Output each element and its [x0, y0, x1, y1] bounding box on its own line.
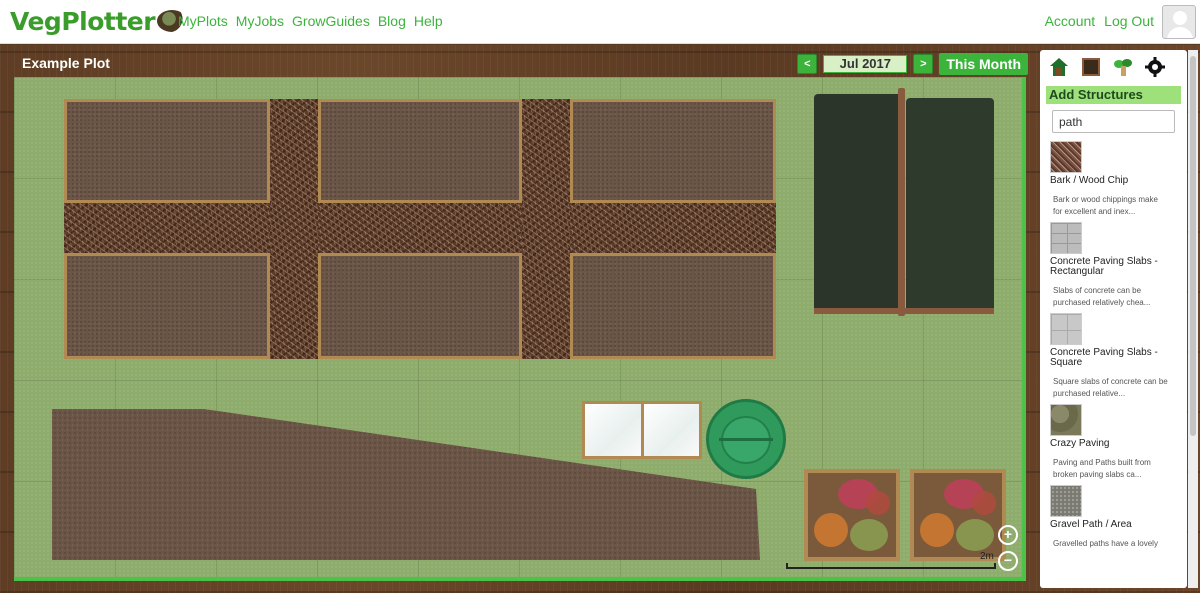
cold-frame-pane — [643, 404, 699, 456]
panel-toolbar — [1040, 50, 1187, 84]
structure-item-title: Concrete Paving Slabs - Square — [1050, 347, 1158, 368]
gravel-thumbnail — [1050, 485, 1082, 517]
panel-heading: Add Structures — [1046, 86, 1181, 104]
panel-scrollbar-thumb[interactable] — [1190, 56, 1196, 436]
planted-bed[interactable] — [804, 469, 900, 561]
house-icon[interactable] — [1048, 56, 1070, 78]
structure-search-input[interactable] — [1052, 110, 1175, 133]
structure-item-desc: Slabs of concrete can be purchased relat… — [1053, 286, 1151, 307]
cold-frame-pane — [585, 404, 641, 456]
scale-bar — [786, 563, 996, 569]
zoom-out-icon[interactable]: − — [998, 551, 1018, 571]
avatar[interactable] — [1162, 5, 1196, 39]
structure-item-desc: Paving and Paths built from broken pavin… — [1053, 458, 1151, 479]
account-nav: Account Log Out — [1036, 13, 1154, 29]
gear-icon[interactable] — [1144, 56, 1166, 78]
account-link[interactable]: Account — [1045, 13, 1096, 29]
main-nav: MyPlots MyJobs GrowGuides Blog Help — [178, 13, 451, 29]
structure-item[interactable]: Concrete Paving Slabs - Rectangular Slab… — [1050, 222, 1183, 309]
polytunnel-sheet-right — [906, 98, 994, 313]
top-navbar: VegPlotter MyPlots MyJobs GrowGuides Blo… — [0, 0, 1200, 44]
structure-item[interactable]: Concrete Paving Slabs - Square Square sl… — [1050, 313, 1183, 400]
structure-item-title: Gravel Path / Area — [1050, 519, 1132, 530]
prev-month-button[interactable]: < — [797, 54, 818, 74]
current-month-display[interactable]: Jul 2017 — [823, 55, 908, 73]
plant-blob — [972, 491, 996, 515]
plant-blob — [866, 491, 890, 515]
structure-item-desc: Gravelled paths have a lovely — [1053, 539, 1158, 548]
nav-myplots[interactable]: MyPlots — [178, 13, 228, 29]
structure-item-title: Concrete Paving Slabs - Rectangular — [1050, 256, 1158, 277]
nav-growguides[interactable]: GrowGuides — [292, 13, 370, 29]
structure-item-title: Crazy Paving — [1050, 438, 1110, 449]
polytunnel[interactable] — [814, 88, 994, 320]
panel-scrollbar[interactable] — [1188, 50, 1198, 588]
scale-label: 2m — [980, 551, 994, 562]
logo-text: VegPlotter — [10, 6, 156, 36]
this-month-button[interactable]: This Month — [939, 53, 1028, 75]
plant-blob — [920, 513, 954, 547]
structure-list: Bark / Wood Chip Bark or wood chippings … — [1040, 133, 1187, 550]
structure-item[interactable]: Bark / Wood Chip Bark or wood chippings … — [1050, 141, 1183, 218]
plot-canvas[interactable]: + − 2m — [14, 77, 1026, 581]
planted-bed[interactable] — [910, 469, 1006, 561]
structures-panel: Add Structures Bark / Wood Chip Bark or … — [1040, 50, 1187, 588]
compost-handle — [719, 438, 773, 441]
polytunnel-edge — [814, 308, 994, 314]
avatar-body-icon — [1167, 27, 1193, 38]
bark-thumbnail — [1050, 141, 1082, 173]
structure-item-desc: Square slabs of concrete can be purchase… — [1053, 377, 1168, 398]
bed-icon[interactable] — [1080, 56, 1102, 78]
plant-blob — [956, 519, 994, 551]
paving-square-thumbnail — [1050, 313, 1082, 345]
logout-link[interactable]: Log Out — [1104, 13, 1154, 29]
nav-blog[interactable]: Blog — [378, 13, 406, 29]
structure-item-desc: Bark or wood chippings make for excellen… — [1053, 195, 1158, 216]
avatar-head-icon — [1173, 11, 1187, 25]
polytunnel-sheet-left — [814, 94, 902, 314]
plant-blob — [850, 519, 888, 551]
nav-help[interactable]: Help — [414, 13, 443, 29]
next-month-button[interactable]: > — [913, 54, 934, 74]
zoom-in-icon[interactable]: + — [998, 525, 1018, 545]
plot-title: Example Plot — [22, 55, 110, 71]
date-controls: < Jul 2017 > This Month — [797, 53, 1028, 75]
plot-header: Example Plot < Jul 2017 > This Month — [12, 52, 1030, 76]
plant-icon[interactable] — [1112, 56, 1134, 78]
paving-rect-thumbnail — [1050, 222, 1082, 254]
structure-item-title: Bark / Wood Chip — [1050, 175, 1129, 186]
structure-item[interactable]: Gravel Path / Area Gravelled paths have … — [1050, 485, 1183, 550]
logo[interactable]: VegPlotter — [10, 4, 188, 38]
structure-item[interactable]: Crazy Paving Paving and Paths built from… — [1050, 404, 1183, 481]
compost-bin[interactable] — [706, 399, 786, 479]
crazy-paving-thumbnail — [1050, 404, 1082, 436]
plant-blob — [814, 513, 848, 547]
nav-myjobs[interactable]: MyJobs — [236, 13, 284, 29]
polytunnel-frame — [898, 88, 905, 316]
cold-frame[interactable] — [582, 401, 702, 459]
